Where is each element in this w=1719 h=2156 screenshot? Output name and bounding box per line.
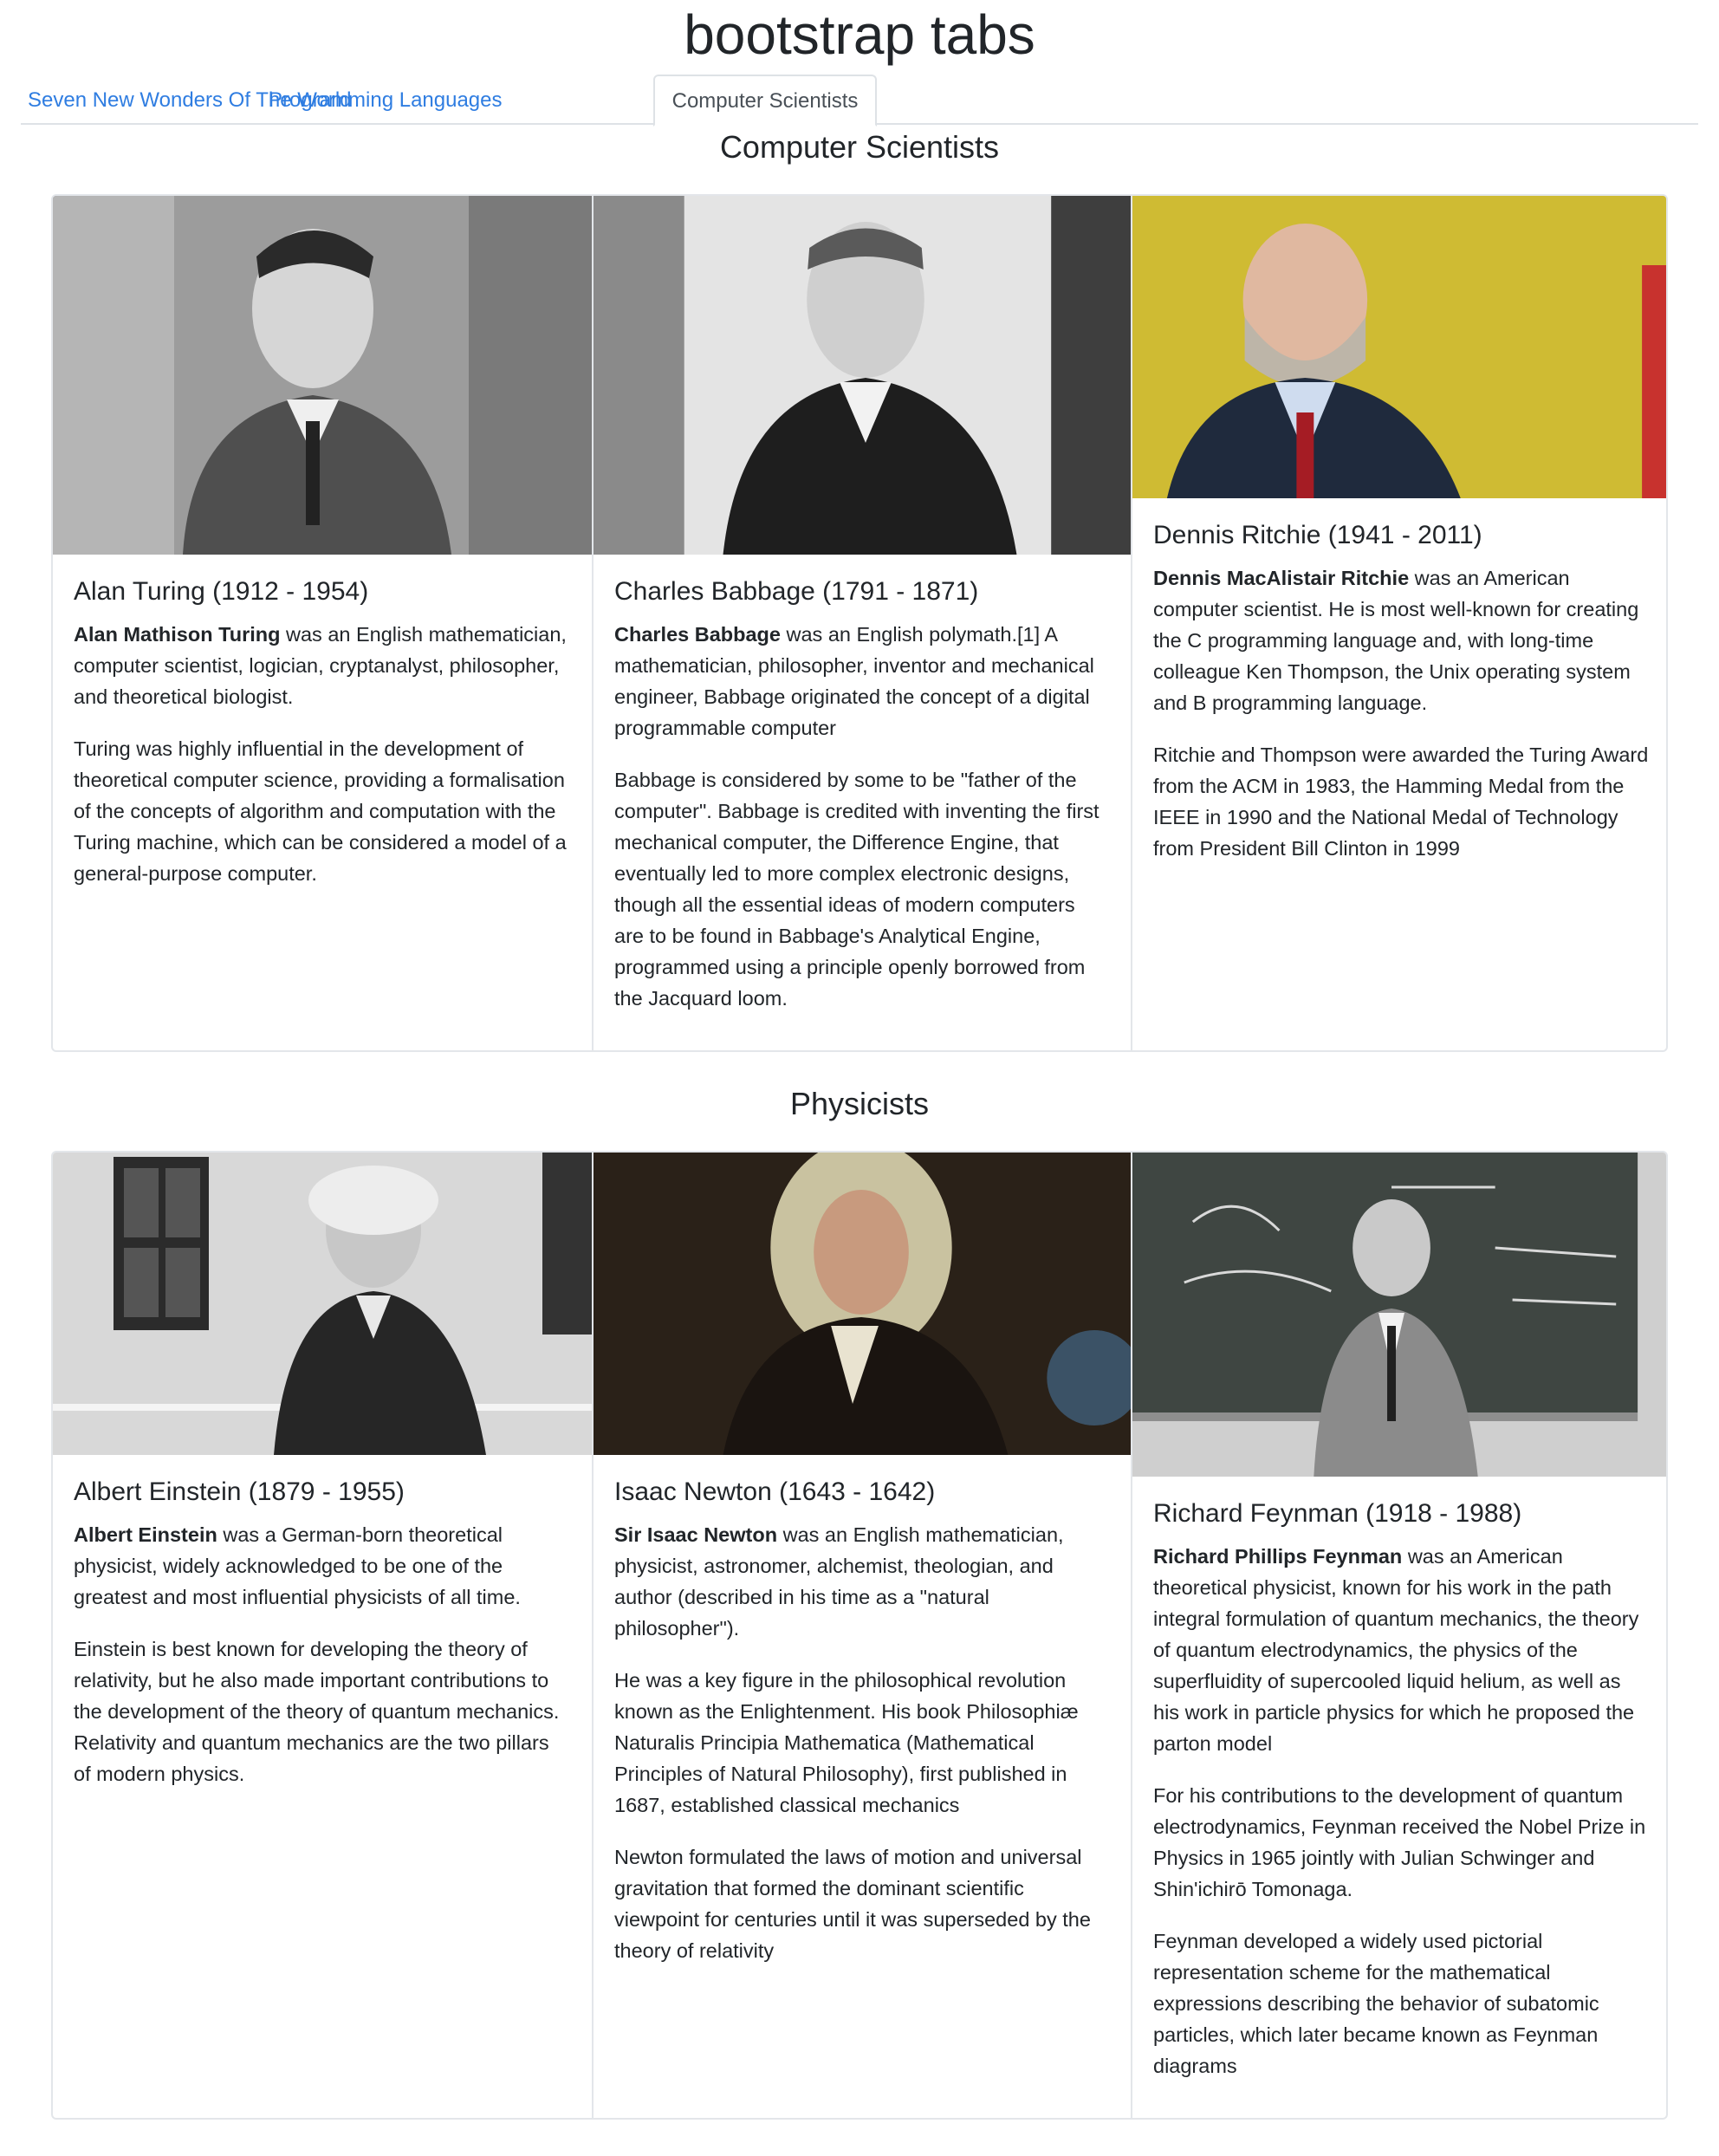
tab-seven-wonders[interactable]: Seven New Wonders Of The World [28,75,352,125]
card-name-bold: Sir Isaac Newton [614,1523,778,1546]
page-title: bootstrap tabs [684,3,1035,66]
portrait-isaac-newton [594,1153,1131,1455]
section-title-physicists: Physicists [789,1086,930,1121]
card-paragraph: Turing was highly influential in the dev… [74,737,567,885]
card-group-physicists: Albert Einstein (1879 - 1955) Albert Ein… [51,1151,1668,2120]
portrait-charles-babbage [594,196,1131,555]
card-group-computer-scientists: Alan Turing (1912 - 1954) Alan Mathison … [51,194,1668,1052]
card-albert-einstein: Albert Einstein (1879 - 1955) Albert Ein… [53,1153,592,2118]
card-paragraph: Ritchie and Thompson were awarded the Tu… [1153,744,1649,860]
card-dennis-ritchie: Dennis Ritchie (1941 - 2011) Dennis MacA… [1131,196,1666,1050]
portrait-richard-feynman [1132,1153,1666,1477]
portrait-dennis-ritchie [1132,196,1666,498]
card-name-bold: Alan Mathison Turing [74,623,281,646]
card-intro: Dennis MacAlistair Ritchie was an Americ… [1153,562,1649,718]
card-paragraph: Einstein is best known for developing th… [74,1638,560,1785]
card-name-bold: Richard Phillips Feynman [1153,1545,1403,1568]
card-intro: Sir Isaac Newton was an English mathemat… [614,1519,1110,1644]
card-intro: Albert Einstein was a German-born theore… [74,1519,571,1613]
tab-bar: Seven New Wonders Of The World Programmi… [21,75,1698,127]
portrait-albert-einstein [53,1153,592,1455]
card-intro: Charles Babbage was an English polymath.… [614,619,1110,744]
card-title: Charles Babbage (1791 - 1871) [614,577,979,606]
card-paragraph: Feynman developed a widely used pictoria… [1153,1930,1599,2077]
card-charles-babbage: Charles Babbage (1791 - 1871) Charles Ba… [592,196,1131,1050]
card-title: Alan Turing (1912 - 1954) [74,577,369,606]
portrait-alan-turing [53,196,592,555]
tab-computer-scientists[interactable]: Computer Scientists [653,75,877,127]
card-richard-feynman: Richard Feynman (1918 - 1988) Richard Ph… [1131,1153,1666,2118]
section-title-computer-scientists: Computer Scientists [719,129,1000,165]
card-isaac-newton: Isaac Newton (1643 - 1642) Sir Isaac New… [592,1153,1131,2118]
card-intro-text: was an American theoretical physicist, k… [1153,1545,1639,1755]
card-paragraph: He was a key figure in the philosophical… [614,1669,1079,1816]
card-title: Isaac Newton (1643 - 1642) [614,1477,936,1506]
card-paragraph: Newton formulated the laws of motion and… [614,1846,1091,1962]
card-name-bold: Charles Babbage [614,623,781,646]
card-alan-turing: Alan Turing (1912 - 1954) Alan Mathison … [53,196,592,1050]
card-name-bold: Albert Einstein [74,1523,217,1546]
card-title: Richard Feynman (1918 - 1988) [1153,1499,1522,1528]
card-title: Dennis Ritchie (1941 - 2011) [1153,521,1482,549]
card-name-bold: Dennis MacAlistair Ritchie [1153,567,1410,589]
card-title: Albert Einstein (1879 - 1955) [74,1477,405,1506]
tab-programming-languages[interactable]: Programming Languages [269,75,503,125]
card-paragraph: Babbage is considered by some to be "fat… [614,769,1100,1010]
card-intro: Richard Phillips Feynman was an American… [1153,1541,1649,1759]
card-paragraph: For his contributions to the development… [1153,1784,1646,1900]
card-intro: Alan Mathison Turing was an English math… [74,619,571,712]
